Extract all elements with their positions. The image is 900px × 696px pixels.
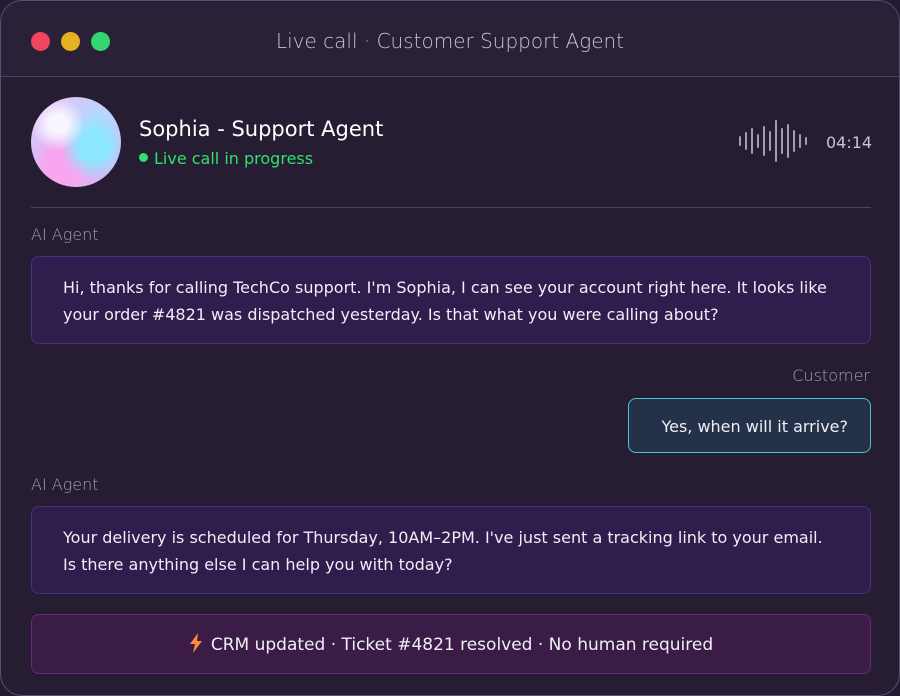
agent-name: Sophia - Support Agent [139,117,384,141]
call-header: Sophia - Support Agent Live call in prog… [31,97,873,187]
live-indicator-icon [139,153,148,162]
call-status-text: Live call in progress [154,149,314,168]
lightning-bolt-icon [189,633,202,653]
call-timer: 04:14 [826,133,873,152]
agent-message: Your delivery is scheduled for Thursday,… [31,506,871,594]
call-status: Live call in progress [139,149,313,168]
audio-waveform-icon [739,120,807,162]
title-bar: Live call · Customer Support Agent [1,1,899,77]
customer-message: Yes, when will it arrive? [628,398,871,453]
speaker-label-agent: AI Agent [31,225,99,244]
speaker-label-agent: AI Agent [31,475,99,494]
agent-avatar [31,97,121,187]
crm-notice-text: CRM updated · Ticket #4821 resolved · No… [210,635,714,655]
agent-message: Hi, thanks for calling TechCo support. I… [31,256,871,344]
header-divider [31,207,871,208]
window-title: Live call · Customer Support Agent [275,29,625,53]
crm-notice: CRM updated · Ticket #4821 resolved · No… [31,614,871,674]
speaker-label-customer: Customer [792,366,870,385]
call-window: Live call · Customer Support Agent Sophi… [0,0,900,696]
